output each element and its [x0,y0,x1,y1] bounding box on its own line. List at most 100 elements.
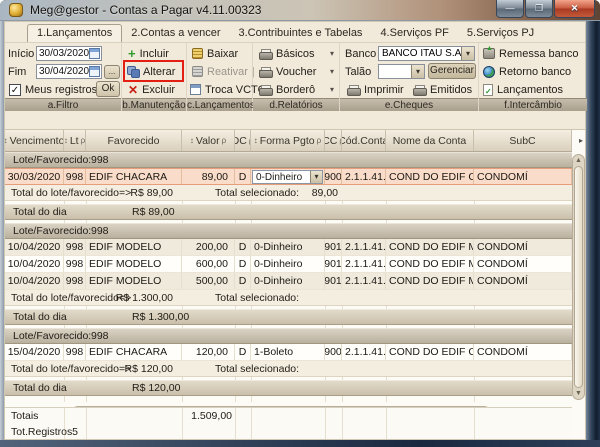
sort-icon[interactable]: ↕ [64,136,68,145]
grid-cell: COND DO EDIF CHACARA [386,344,474,360]
talao-combo[interactable]: ▾ [378,64,425,79]
forma-pgto-combo[interactable]: 0-Dinheiro▾ [252,170,323,184]
tab-lancamentos[interactable]: 1.Lançamentos [27,24,122,42]
section-label-filtro: a.Filtro [5,98,121,111]
column-header-lt[interactable]: ↕Ltρ [64,130,86,151]
banco-combo[interactable]: BANCO ITAU S.A. ▾ [378,46,475,61]
column-header-label: SubC [509,135,535,147]
section-filtro: Início 30/03/2020 Fim 30/04/2020 ... ✓ M… [5,43,122,111]
chevron-down-icon[interactable]: ▾ [461,47,474,60]
subtotal-value: R$ 89,00 [95,185,173,200]
column-header-nome-da-conta[interactable]: Nome da Conta [386,130,474,151]
column-header-label: Valor [196,135,220,147]
column-header-label: DC [235,135,247,147]
ok-button[interactable]: Ok [96,81,120,97]
group-label: Lote/Favorecido: [13,153,91,167]
group-band: Lote/Favorecido:998 [5,223,572,239]
fim-date-field[interactable]: 30/04/2020 [36,64,102,79]
chevron-down-icon[interactable]: ▾ [310,171,322,183]
basicos-button[interactable]: Básicos [259,46,315,61]
gerenciar-button[interactable]: Gerenciar [428,63,476,79]
grid-cell: CONDOMÍ [474,273,572,289]
grid-cell: 900 [325,344,342,360]
column-header-label: CC [325,135,337,147]
voucher-button[interactable]: Voucher [259,64,316,79]
incluir-button[interactable]: + Incluir [128,46,169,61]
column-header-valor[interactable]: ↕Valorρ [182,130,235,151]
column-header-subc[interactable]: SubC [474,130,572,151]
excluir-button[interactable]: ✕ Excluir [128,82,175,97]
intercambio-lancamentos-button[interactable]: Lançamentos [483,82,563,97]
bordero-button[interactable]: Borderô [259,82,315,97]
chevron-down-icon[interactable]: ▾ [330,49,334,58]
search-icon[interactable]: ρ [317,136,322,145]
window-border-right [586,21,600,447]
grid-row[interactable]: 15/04/2020998EDIF CHACARA120,00D1-Boleto… [5,344,572,361]
grid-row[interactable]: 10/04/2020998EDIF MODELO500,00D0-Dinheir… [5,273,572,290]
chevron-down-icon[interactable]: ▾ [330,85,334,94]
window-border-bottom [0,440,600,447]
header-scroll-right-icon[interactable]: ▸ [579,136,583,145]
meus-registros-checkbox[interactable]: ✓ [9,84,21,96]
vertical-scroll-thumb[interactable] [574,166,583,388]
remessa-banco-button[interactable]: Remessa banco [483,46,579,61]
tab-servicos-pf[interactable]: 4.Serviços PF [371,25,457,42]
talao-label: Talão [345,66,371,78]
more-button[interactable]: ... [104,65,120,79]
app-icon [9,3,23,17]
printer-icon [259,85,272,95]
sort-icon[interactable]: ↕ [5,136,8,145]
emitidos-button[interactable]: Emitidos [413,82,472,97]
column-header-forma-pgto[interactable]: ↕Forma Pgtoρ [251,130,325,151]
sort-icon[interactable]: ↕ [254,136,258,145]
toolbar: Início 30/03/2020 Fim 30/04/2020 ... ✓ M… [5,42,585,110]
column-header-label: Forma Pgto [260,135,315,147]
printer-icon [347,85,360,95]
tab-contas-a-vencer[interactable]: 2.Contas a vencer [122,25,229,42]
coins-icon [192,48,203,59]
column-header-c-d-conta[interactable]: ↕Cód.Contaρ [342,130,386,151]
grid-cell: COND DO EDIF MODELO [386,239,474,255]
grid-cell: 600,00 [182,256,235,272]
scroll-down-icon[interactable]: ▼ [573,390,584,397]
tot-registros-value: 5 [64,424,86,440]
imprimir-button[interactable]: Imprimir [347,82,404,97]
grid-row[interactable]: 10/04/2020998EDIF MODELO600,00D0-Dinheir… [5,256,572,273]
sort-icon[interactable]: ↕ [190,136,194,145]
grid-cell: EDIF MODELO [86,256,182,272]
baixar-button[interactable]: Baixar [192,46,238,61]
chevron-down-icon[interactable]: ▾ [411,65,424,78]
tab-servicos-pj[interactable]: 5.Serviços PJ [458,25,543,42]
section-label-lancamentos: c.Lançamentos [187,98,252,111]
retorno-banco-button[interactable]: Retorno banco [483,64,571,79]
printer-icon [259,49,272,59]
grid-cell: COND DO EDIF CHACARA [386,169,474,184]
grid-cell: 2.1.1.41.05 [342,239,386,255]
calendar-icon[interactable] [89,66,100,77]
calendar-icon[interactable] [89,48,100,59]
tab-contribuintes-e-tabelas[interactable]: 3.Contribuintes e Tabelas [230,25,372,42]
column-header-vencimento[interactable]: ↕Vencimento [5,130,64,151]
grid-row[interactable]: 10/04/2020998EDIF MODELO200,00D0-Dinheir… [5,239,572,256]
maximize-button[interactable]: ❐ [525,0,553,18]
lot-subtotal-row: Total do lote/favorecido=>R$ 89,00Total … [5,185,572,201]
search-icon[interactable]: ρ [81,136,86,145]
minimize-button[interactable]: — [496,0,524,18]
grid-row[interactable]: 30/03/2020998EDIF CHACARA89,00D0-Dinheir… [5,168,572,185]
fim-label: Fim [8,66,26,78]
grid-cell: 0-Dinheiro▾ [251,169,325,184]
search-icon[interactable]: ρ [222,136,227,145]
column-header-label: Cód.Conta [342,135,386,147]
grid-cell: 10/04/2020 [5,239,64,255]
column-header-dc[interactable]: DCρ [235,130,251,151]
grid-cell: 998 [64,239,86,255]
column-header-favorecido[interactable]: Favorecido [86,130,182,151]
chevron-down-icon[interactable]: ▾ [330,67,334,76]
subtotal-value: R$ 120,00 [95,361,173,376]
inicio-date-field[interactable]: 30/03/2020 [36,46,102,61]
close-button[interactable]: ✕ [554,0,595,18]
scroll-up-icon[interactable]: ▲ [573,157,584,164]
column-header-cc[interactable]: CCρ [325,130,342,151]
vertical-scrollbar[interactable]: ▲ ▼ [572,154,585,400]
banco-label: Banco [345,48,376,60]
